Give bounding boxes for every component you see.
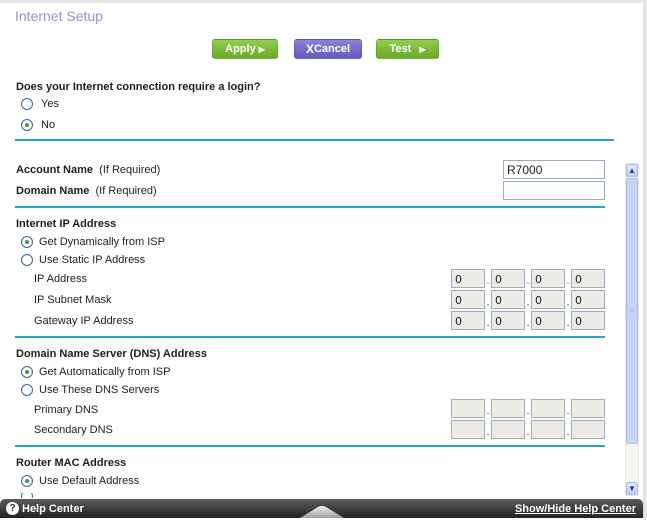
help-center-bar: ? Help Center Show/Hide Help Center xyxy=(0,499,643,518)
mac-next-option-partial[interactable] xyxy=(21,493,33,498)
octet-input[interactable] xyxy=(571,399,605,418)
subnet-mask-input: 0. 0. 0. 0 xyxy=(451,290,605,309)
gateway-ip-label: Gateway IP Address xyxy=(34,315,134,327)
radio-button[interactable] xyxy=(21,493,33,498)
radio-button[interactable] xyxy=(21,384,33,396)
octet-input[interactable]: 0 xyxy=(571,311,605,330)
radio-label: No xyxy=(41,119,56,131)
radio-button-selected[interactable] xyxy=(21,119,33,131)
expand-arrow-icon[interactable] xyxy=(300,505,344,518)
x-icon: X xyxy=(305,42,314,56)
domain-name-label: Domain Name (If Required) xyxy=(16,185,157,197)
help-center-button[interactable]: ? Help Center xyxy=(6,502,84,515)
login-yes-option[interactable]: Yes xyxy=(21,98,59,110)
dns-auto-option[interactable]: Get Automatically from ISP xyxy=(21,366,170,378)
radio-button[interactable] xyxy=(21,254,33,266)
domain-name-text: Domain Name xyxy=(16,185,90,197)
octet-input[interactable]: 0 xyxy=(491,311,525,330)
help-icon: ? xyxy=(6,502,19,515)
octet-input[interactable]: 0 xyxy=(531,290,565,309)
scroll-thumb[interactable]: ≡ xyxy=(626,178,638,444)
mac-default-option[interactable]: Use Default Address xyxy=(21,475,139,487)
section-divider xyxy=(15,445,605,447)
radio-button-selected[interactable] xyxy=(21,366,33,378)
account-name-label: Account Name (If Required) xyxy=(16,164,160,176)
test-button[interactable]: Test ▶ xyxy=(376,39,439,59)
radio-button-selected[interactable] xyxy=(21,475,33,487)
octet-input[interactable]: 0 xyxy=(491,290,525,309)
radio-label: Get Automatically from ISP xyxy=(39,366,171,378)
help-center-label: Help Center xyxy=(22,502,84,515)
secondary-dns-label: Secondary DNS xyxy=(34,424,113,436)
octet-input[interactable]: 0 xyxy=(531,311,565,330)
ip-address-label: IP Address xyxy=(34,273,87,285)
mac-title: Router MAC Address xyxy=(16,457,127,469)
radio-label: Get Dynamically from ISP xyxy=(39,236,165,248)
internet-setup-panel: Internet Setup Apply ▶ X Cancel Test ▶ D… xyxy=(0,3,644,520)
ip-address-input: 0. 0. 0. 0 xyxy=(451,269,605,288)
grip-icon: ≡ xyxy=(629,306,635,316)
internet-ip-title: Internet IP Address xyxy=(16,218,117,230)
octet-input[interactable]: 0 xyxy=(451,290,485,309)
octet-input[interactable]: 0 xyxy=(451,311,485,330)
cancel-label: Cancel xyxy=(313,43,351,55)
octet-input[interactable] xyxy=(491,399,525,418)
cancel-button[interactable]: X Cancel xyxy=(294,39,362,59)
ip-static-option[interactable]: Use Static IP Address xyxy=(21,254,145,266)
secondary-dns-input: . . . xyxy=(451,420,605,439)
octet-input[interactable]: 0 xyxy=(571,269,605,288)
ip-dynamic-option[interactable]: Get Dynamically from ISP xyxy=(21,236,165,248)
play-arrow-icon: ▶ xyxy=(258,44,265,54)
page-title: Internet Setup xyxy=(15,8,103,24)
account-name-input[interactable]: R7000 xyxy=(503,160,605,179)
scroll-up-button[interactable]: ▲ xyxy=(626,164,638,177)
octet-input[interactable] xyxy=(531,399,565,418)
primary-dns-input: . . . xyxy=(451,399,605,418)
play-arrow-icon: ▶ xyxy=(419,44,426,54)
octet-input[interactable]: 0 xyxy=(451,269,485,288)
radio-label: Use These DNS Servers xyxy=(39,384,160,396)
radio-label: Yes xyxy=(41,98,59,110)
chevron-down-icon: ▼ xyxy=(628,484,636,493)
primary-dns-label: Primary DNS xyxy=(34,404,99,416)
dns-title: Domain Name Server (DNS) Address xyxy=(16,348,207,360)
octet-input[interactable]: 0 xyxy=(531,269,565,288)
gateway-ip-input: 0. 0. 0. 0 xyxy=(451,311,605,330)
radio-button[interactable] xyxy=(21,98,33,110)
section-divider xyxy=(15,336,605,338)
octet-input[interactable]: 0 xyxy=(491,269,525,288)
vertical-scrollbar[interactable]: ▲ ≡ ▼ xyxy=(625,163,639,496)
subnet-mask-label: IP Subnet Mask xyxy=(34,294,112,306)
apply-label: Apply xyxy=(225,43,256,55)
section-divider xyxy=(15,139,614,141)
scroll-down-button[interactable]: ▼ xyxy=(626,482,638,495)
domain-name-input[interactable] xyxy=(503,181,605,200)
radio-label: Use Default Address xyxy=(39,475,140,487)
octet-input[interactable] xyxy=(531,420,565,439)
domain-name-hint: (If Required) xyxy=(95,185,157,197)
dns-manual-option[interactable]: Use These DNS Servers xyxy=(21,384,159,396)
octet-input[interactable] xyxy=(451,399,485,418)
radio-button-selected[interactable] xyxy=(21,236,33,248)
account-name-hint: (If Required) xyxy=(99,164,161,176)
login-question: Does your Internet connection require a … xyxy=(16,81,261,93)
login-no-option[interactable]: No xyxy=(21,119,55,131)
test-label: Test xyxy=(389,43,412,55)
octet-input[interactable] xyxy=(491,420,525,439)
account-name-text: Account Name xyxy=(16,164,94,176)
octet-input[interactable] xyxy=(451,420,485,439)
apply-button[interactable]: Apply ▶ xyxy=(212,39,278,59)
section-divider xyxy=(15,206,605,208)
octet-input[interactable]: 0 xyxy=(571,290,605,309)
octet-input[interactable] xyxy=(571,420,605,439)
chevron-up-icon: ▲ xyxy=(628,166,636,175)
radio-label: Use Static IP Address xyxy=(39,254,146,266)
show-hide-help-link[interactable]: Show/Hide Help Center xyxy=(515,503,636,515)
